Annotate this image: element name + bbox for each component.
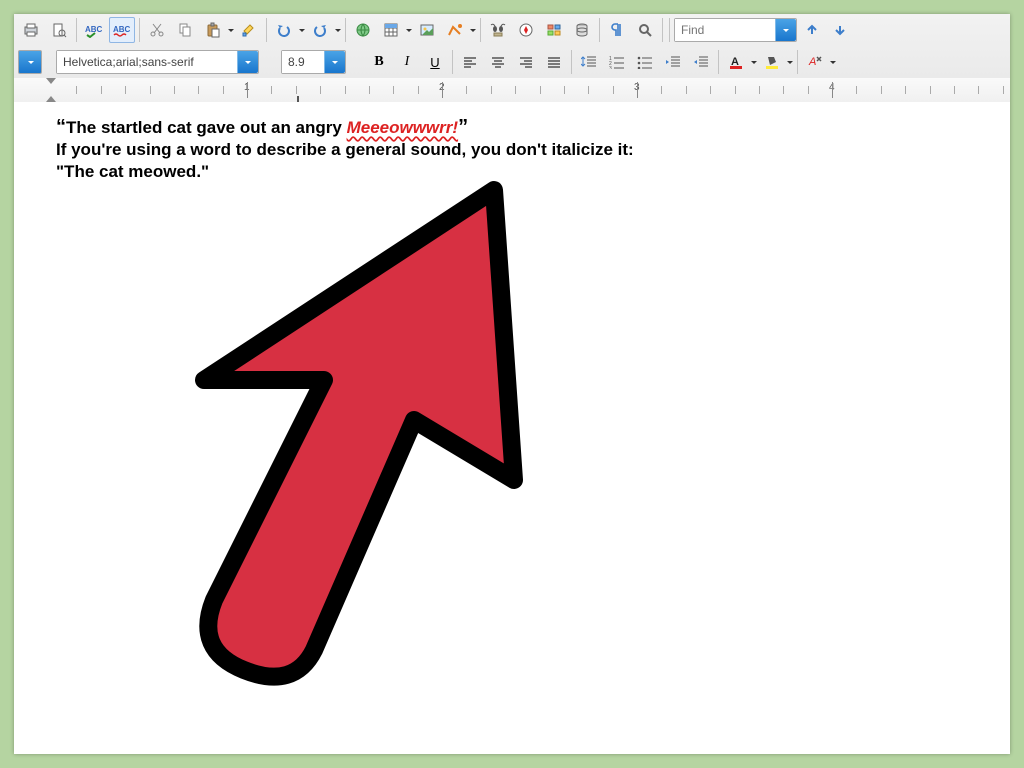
standard-toolbar: ABC ABC bbox=[14, 14, 1010, 46]
separator bbox=[139, 18, 140, 42]
line3-text: "The cat meowed." bbox=[56, 162, 209, 181]
font-size-combo[interactable] bbox=[281, 50, 346, 74]
data-sources-button[interactable] bbox=[569, 17, 595, 43]
highlight-dropdown[interactable] bbox=[786, 50, 793, 74]
undo-button[interactable] bbox=[271, 17, 297, 43]
open-quote: “ bbox=[56, 116, 66, 138]
find-next-button[interactable] bbox=[827, 17, 853, 43]
insert-table-button[interactable] bbox=[378, 17, 404, 43]
line2-text: If you're using a word to describe a gen… bbox=[56, 140, 634, 159]
find-replace-button[interactable] bbox=[485, 17, 511, 43]
toolbars: ABC ABC bbox=[14, 14, 1010, 104]
svg-text:ABC: ABC bbox=[85, 25, 103, 34]
ruler-number: 3 bbox=[634, 82, 640, 93]
separator bbox=[452, 50, 453, 74]
highlight-button[interactable] bbox=[759, 49, 785, 75]
nonprinting-chars-button[interactable] bbox=[604, 17, 630, 43]
separator bbox=[76, 18, 77, 42]
font-color-button[interactable]: A bbox=[723, 49, 749, 75]
ruler-number: 2 bbox=[439, 82, 445, 93]
find-prev-button[interactable] bbox=[799, 17, 825, 43]
paste-dropdown[interactable] bbox=[227, 18, 234, 42]
clone-formatting-button[interactable] bbox=[236, 17, 262, 43]
font-size-dropdown[interactable] bbox=[324, 51, 345, 73]
font-size-input[interactable] bbox=[282, 51, 324, 73]
paragraph-3[interactable]: "The cat meowed." bbox=[56, 161, 998, 183]
print-button[interactable] bbox=[18, 17, 44, 43]
paste-button[interactable] bbox=[200, 17, 226, 43]
ruler-number: 1 bbox=[244, 82, 250, 93]
formatting-toolbar: B I U 123 bbox=[14, 46, 1010, 78]
app-window: ABC ABC bbox=[14, 14, 1010, 754]
clear-formatting-button[interactable]: A bbox=[802, 49, 828, 75]
horizontal-ruler[interactable]: 12345 bbox=[14, 78, 1010, 103]
bullet-list-button[interactable] bbox=[632, 49, 658, 75]
undo-dropdown[interactable] bbox=[298, 18, 305, 42]
find-dropdown-button[interactable] bbox=[775, 19, 796, 41]
table-dropdown[interactable] bbox=[405, 18, 412, 42]
font-name-input[interactable] bbox=[57, 51, 237, 73]
svg-text:ABC: ABC bbox=[113, 25, 131, 34]
ruler-number: 4 bbox=[829, 82, 835, 93]
cut-button[interactable] bbox=[144, 17, 170, 43]
gallery-button[interactable] bbox=[541, 17, 567, 43]
insert-drawing-button[interactable] bbox=[442, 17, 468, 43]
separator bbox=[599, 18, 600, 42]
close-quote: ” bbox=[458, 116, 468, 138]
separator bbox=[345, 18, 346, 42]
paragraph-2[interactable]: If you're using a word to describe a gen… bbox=[56, 139, 998, 161]
find-input[interactable] bbox=[675, 19, 775, 41]
navigator-button[interactable] bbox=[513, 17, 539, 43]
svg-text:A: A bbox=[808, 56, 816, 68]
copy-button[interactable] bbox=[172, 17, 198, 43]
separator bbox=[718, 50, 719, 74]
insert-image-button[interactable] bbox=[414, 17, 440, 43]
align-left-button[interactable] bbox=[457, 49, 483, 75]
align-center-button[interactable] bbox=[485, 49, 511, 75]
underline-button[interactable]: U bbox=[422, 49, 448, 75]
separator bbox=[669, 18, 670, 42]
hyperlink-button[interactable] bbox=[350, 17, 376, 43]
find-combo[interactable] bbox=[674, 18, 797, 42]
line1-text: The startled cat gave out an angry bbox=[66, 118, 347, 137]
page[interactable]: “The startled cat gave out an angry Meee… bbox=[48, 102, 1010, 754]
zoom-button[interactable] bbox=[632, 17, 658, 43]
document-body[interactable]: “The startled cat gave out an angry Meee… bbox=[56, 116, 998, 183]
drawing-dropdown[interactable] bbox=[469, 18, 476, 42]
decrease-indent-button[interactable] bbox=[660, 49, 686, 75]
onomatopoeia-word: Meeeowwwrr! bbox=[347, 118, 458, 137]
line-spacing-button[interactable] bbox=[576, 49, 602, 75]
bold-button[interactable]: B bbox=[366, 49, 392, 75]
font-name-combo[interactable] bbox=[56, 50, 259, 74]
svg-text:3: 3 bbox=[609, 66, 612, 69]
increase-indent-button[interactable] bbox=[688, 49, 714, 75]
separator bbox=[571, 50, 572, 74]
italic-button[interactable]: I bbox=[394, 49, 420, 75]
paragraph-style-combo[interactable] bbox=[18, 50, 42, 74]
separator bbox=[797, 50, 798, 74]
separator bbox=[266, 18, 267, 42]
first-line-indent-marker[interactable] bbox=[46, 78, 56, 84]
paragraph-1[interactable]: “The startled cat gave out an angry Meee… bbox=[56, 116, 998, 139]
spellcheck-button[interactable]: ABC bbox=[81, 17, 107, 43]
print-preview-button[interactable] bbox=[46, 17, 72, 43]
align-justify-button[interactable] bbox=[541, 49, 567, 75]
align-right-button[interactable] bbox=[513, 49, 539, 75]
separator bbox=[662, 18, 663, 42]
document-viewport: “The startled cat gave out an angry Meee… bbox=[14, 102, 1010, 754]
numbered-list-button[interactable]: 123 bbox=[604, 49, 630, 75]
clear-formatting-dropdown[interactable] bbox=[829, 50, 836, 74]
redo-dropdown[interactable] bbox=[334, 18, 341, 42]
font-name-dropdown[interactable] bbox=[237, 51, 258, 73]
redo-button[interactable] bbox=[307, 17, 333, 43]
separator bbox=[480, 18, 481, 42]
auto-spellcheck-button[interactable]: ABC bbox=[109, 17, 135, 43]
font-color-dropdown[interactable] bbox=[750, 50, 757, 74]
